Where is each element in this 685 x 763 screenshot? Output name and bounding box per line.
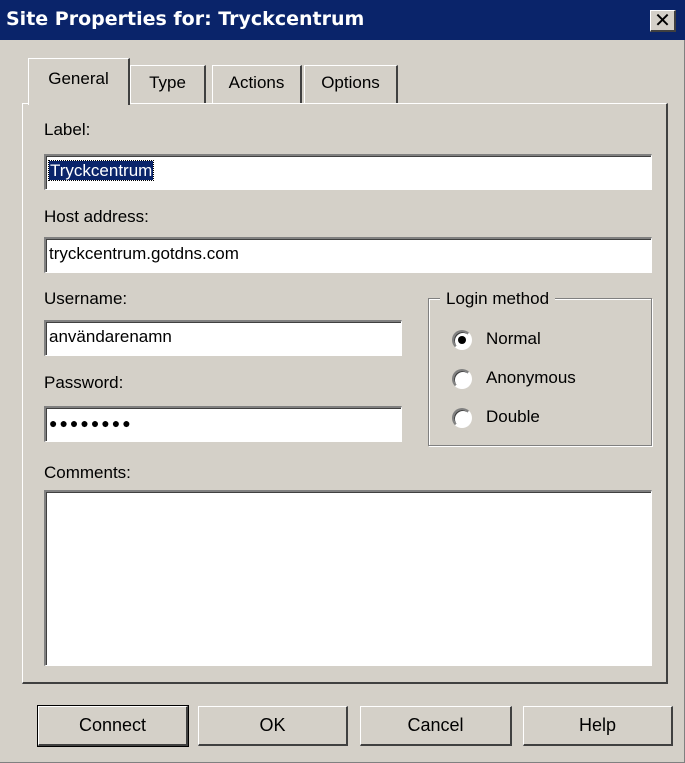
radio-anonymous[interactable]: Anonymous	[452, 366, 632, 394]
close-icon: ✕	[654, 8, 671, 32]
username-input[interactable]: användarenamn	[44, 320, 402, 356]
username-value: användarenamn	[49, 327, 172, 346]
label-input[interactable]: Tryckcentrum	[44, 154, 652, 190]
tab-type-label: Type	[149, 73, 186, 92]
ok-button[interactable]: OK	[198, 706, 348, 746]
tab-options[interactable]: Options	[304, 65, 398, 103]
cancel-button[interactable]: Cancel	[360, 706, 512, 746]
radio-anonymous-circle[interactable]	[452, 369, 472, 389]
label-input-value: Tryckcentrum	[47, 160, 155, 181]
help-button[interactable]: Help	[523, 706, 673, 746]
host-address-caption: Host address:	[44, 207, 149, 226]
radio-anonymous-label: Anonymous	[486, 368, 576, 387]
login-method-caption: Login method	[440, 288, 556, 310]
comments-caption: Comments:	[44, 463, 131, 482]
tab-options-label: Options	[321, 73, 380, 92]
radio-normal-label: Normal	[486, 329, 541, 348]
host-address-value: tryckcentrum.gotdns.com	[49, 244, 239, 263]
tab-actions-label: Actions	[228, 73, 285, 92]
title-bar[interactable]: Site Properties for: Tryckcentrum ✕	[0, 0, 685, 40]
radio-normal-circle[interactable]	[452, 330, 472, 350]
ok-button-label: OK	[259, 715, 286, 735]
label-caption: Label:	[44, 120, 91, 139]
cancel-button-label: Cancel	[407, 715, 464, 735]
password-input[interactable]: ●●●●●●●●	[44, 406, 402, 442]
tab-general-label: General	[48, 69, 109, 88]
password-value: ●●●●●●●●	[49, 415, 133, 431]
close-button[interactable]: ✕	[650, 10, 676, 32]
dialog-title: Site Properties for: Tryckcentrum	[6, 8, 365, 30]
connect-button[interactable]: Connect	[37, 705, 189, 747]
connect-button-label: Connect	[78, 715, 147, 735]
tab-general[interactable]: General	[28, 58, 130, 105]
radio-double[interactable]: Double	[452, 405, 632, 433]
help-button-label: Help	[578, 715, 617, 735]
username-caption: Username:	[44, 289, 128, 308]
radio-double-circle[interactable]	[452, 408, 472, 428]
radio-dot-icon	[458, 336, 466, 344]
host-address-input[interactable]: tryckcentrum.gotdns.com	[44, 237, 652, 273]
tab-actions[interactable]: Actions	[212, 65, 302, 103]
comments-textarea[interactable]	[44, 490, 652, 666]
site-properties-dialog: Site Properties for: Tryckcentrum ✕ Gene…	[0, 0, 685, 763]
radio-double-label: Double	[486, 407, 540, 426]
password-caption: Password:	[44, 373, 124, 392]
tab-type[interactable]: Type	[130, 65, 206, 103]
radio-normal[interactable]: Normal	[452, 327, 632, 355]
